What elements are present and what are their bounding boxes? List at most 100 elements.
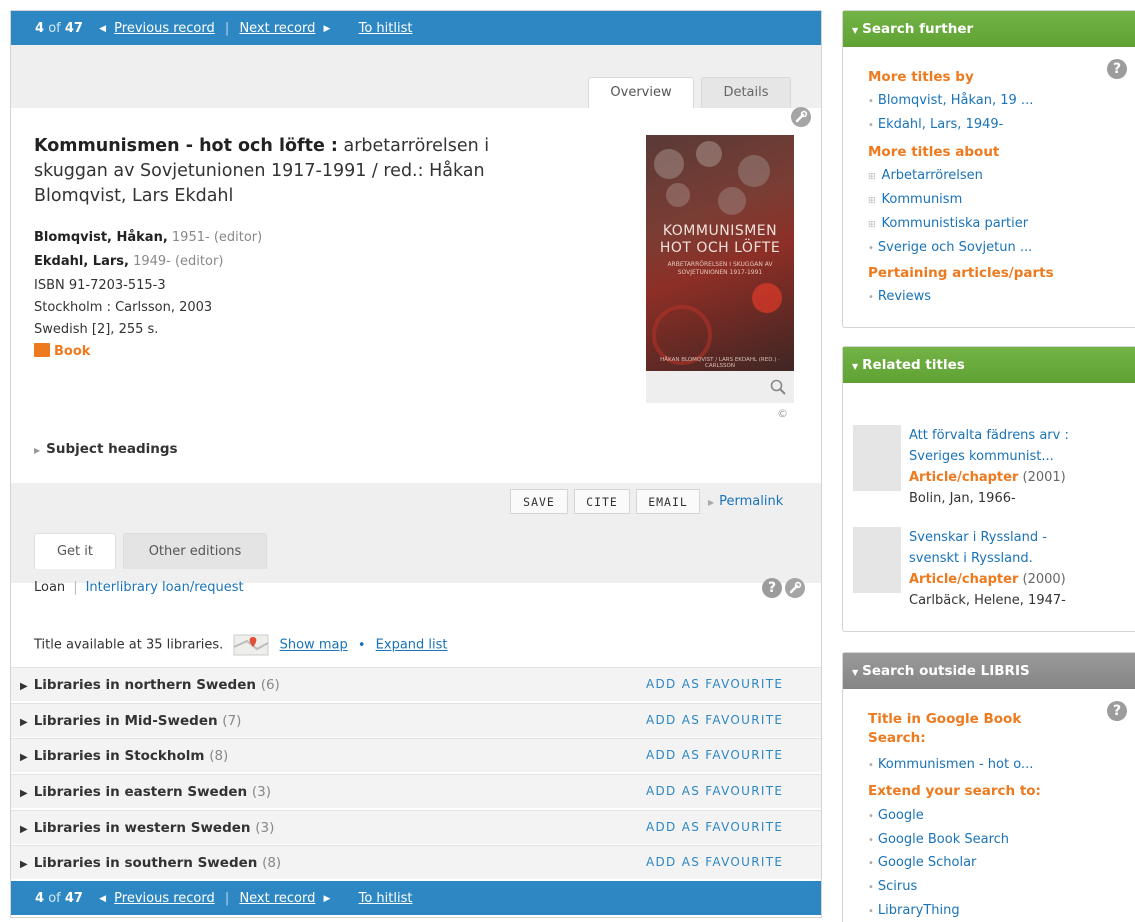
search-further-header[interactable]: ▼ Search further [843,11,1135,47]
triangle-right-icon: ▶ [20,824,28,835]
more-by-link[interactable]: • Ekdahl, Lars, 1949- [868,117,1003,132]
bullet: • [868,760,874,771]
bullet: • [868,292,874,303]
add-favourite-button[interactable]: ADD AS FAVOURITE [646,820,783,834]
cover-subtitle: ARBETARRÖRELSEN I SKUGGAN AV SOVJETUNION… [667,261,773,276]
cover-zoom-bar[interactable] [646,371,794,403]
cite-button[interactable]: CITE [574,489,630,514]
triangle-right-icon: ▶ [20,752,28,763]
library-group-row[interactable]: ▶ Libraries in Mid-Sweden (7) ADD AS FAVO… [11,703,821,737]
bullet: • [868,882,874,893]
wrench-icon[interactable] [791,107,811,127]
add-favourite-button[interactable]: ADD AS FAVOURITE [646,784,783,798]
record-navbar-top: 4 of 47 ◀ Previous record | Next record … [11,11,821,45]
library-group-row[interactable]: ▶ Libraries in Stockholm (8) ADD AS FAVOU… [11,738,821,772]
reviews-link[interactable]: • Reviews [868,289,931,304]
google-book-link[interactable]: • Kommunismen - hot o... [868,757,1033,772]
previous-record-link[interactable]: Previous record [114,21,215,36]
record-position: 4 of 47 [35,891,83,906]
extend-search-heading: Extend your search to: [868,783,1041,799]
help-icon[interactable]: ? [762,578,782,598]
show-map-link[interactable]: Show map [280,638,348,653]
add-favourite-button[interactable]: ADD AS FAVOURITE [646,677,783,691]
external-search-link[interactable]: • Google Book Search [868,832,1009,847]
triangle-left-icon: ◀ [99,23,107,34]
bullet: • [868,811,874,822]
loan-separator: | [73,580,78,595]
related-item[interactable]: Att förvalta fädrens arv : Sveriges komm… [909,425,1069,509]
triangle-right-icon: ▶ [20,859,28,870]
tab-other-editions[interactable]: Other editions [123,533,267,569]
availability-row: Title available at 35 libraries. Show ma… [34,633,448,657]
library-group-name[interactable]: ▶ Libraries in northern Sweden (6) [20,677,280,693]
library-group-name[interactable]: ▶ Libraries in western Sweden (3) [20,820,274,836]
library-group-row[interactable]: ▶ Libraries in northern Sweden (6) ADD AS… [11,667,821,701]
external-search-link[interactable]: • Scirus [868,879,917,894]
author-row-1[interactable]: Blomqvist, Håkan, 1951- (editor) [34,228,262,247]
tab-get-it[interactable]: Get it [34,533,116,569]
bullet: • [868,96,874,107]
add-favourite-button[interactable]: ADD AS FAVOURITE [646,855,783,869]
related-titles-panel: ▼ Related titles Att förvalta fädrens arv… [842,346,1135,632]
email-button[interactable]: EMAIL [636,489,700,514]
cover-title: KOMMUNISMEN HOT OCH LÖFTE [659,223,781,256]
help-icon[interactable]: ? [1107,701,1127,721]
bullet: • [868,835,874,846]
tab-details[interactable]: Details [701,77,791,108]
expand-plus-icon[interactable]: ⊞ [868,220,876,230]
related-titles-header[interactable]: ▼ Related titles [843,347,1135,383]
triangle-right-icon: ▶ [34,446,41,455]
library-group-row[interactable]: ▶ Libraries in western Sweden (3) ADD AS … [11,810,821,844]
related-thumbnail[interactable] [853,425,901,491]
external-search-link[interactable]: • Google Scholar [868,855,976,870]
nav-separator: | [224,891,230,906]
bullet: • [868,906,874,917]
add-favourite-button[interactable]: ADD AS FAVOURITE [646,748,783,762]
triangle-right-icon: ▶ [708,498,715,507]
to-hitlist-link[interactable]: To hitlist [359,891,413,906]
view-tabstrip: Overview Details [11,45,821,108]
record-navbar-bottom: 4 of 47 ◀ Previous record | Next record … [11,881,821,915]
library-group-row[interactable]: ▶ Libraries in southern Sweden (8) ADD AS… [11,845,821,879]
permalink-link[interactable]: ▶ Permalink [708,494,783,509]
external-search-link[interactable]: • LibraryThing [868,903,960,918]
related-item[interactable]: Svenskar i Ryssland - svenskt i Ryssland… [909,527,1066,611]
related-thumbnail[interactable] [853,527,901,593]
book-cover-image[interactable]: KOMMUNISMEN HOT OCH LÖFTE ARBETARRÖRELSEN… [646,135,794,371]
subject-link[interactable]: ⊞ Arbetarrörelsen [868,168,983,183]
library-group-name[interactable]: ▶ Libraries in southern Sweden (8) [20,855,281,871]
nav-separator: | [224,21,230,36]
add-favourite-button[interactable]: ADD AS FAVOURITE [646,713,783,727]
expand-plus-icon[interactable]: ⊞ [868,196,876,206]
search-outside-header[interactable]: ▼ Search outside LIBRIS [843,653,1135,689]
wrench-icon[interactable] [785,578,805,598]
pertaining-heading: Pertaining articles/parts [868,265,1054,281]
subject-link[interactable]: • Sverige och Sovjetun ... [868,240,1032,255]
library-group-row[interactable]: ▶ Libraries in eastern Sweden (3) ADD AS … [11,774,821,808]
next-record-link[interactable]: Next record [239,891,315,906]
expand-list-link[interactable]: Expand list [376,638,448,653]
more-by-link[interactable]: • Blomqvist, Håkan, 19 ... [868,93,1033,108]
record-title-main: Kommunismen - hot och löfte : [34,136,338,156]
subject-headings-toggle[interactable]: ▶ Subject headings [34,441,178,457]
interlibrary-loan-link[interactable]: Interlibrary loan/request [86,580,244,595]
search-outside-panel: ▼ Search outside LIBRIS ? Title in Google… [842,652,1135,922]
loan-label: Loan [34,580,66,595]
loan-row: Loan | Interlibrary loan/request [34,580,244,595]
magnifier-icon[interactable] [770,379,786,395]
library-group-name[interactable]: ▶ Libraries in Mid-Sweden (7) [20,713,241,729]
subject-link[interactable]: ⊞ Kommunistiska partier [868,216,1028,231]
next-record-link[interactable]: Next record [239,21,315,36]
map-icon[interactable] [233,633,269,657]
subject-link[interactable]: ⊞ Kommunism [868,192,962,207]
author-row-2[interactable]: Ekdahl, Lars, 1949- (editor) [34,252,223,271]
expand-plus-icon[interactable]: ⊞ [868,172,876,182]
external-search-link[interactable]: • Google [868,808,924,823]
help-icon[interactable]: ? [1107,59,1127,79]
previous-record-link[interactable]: Previous record [114,891,215,906]
to-hitlist-link[interactable]: To hitlist [359,21,413,36]
tab-overview[interactable]: Overview [588,77,694,108]
save-button[interactable]: SAVE [510,489,568,514]
library-group-name[interactable]: ▶ Libraries in eastern Sweden (3) [20,784,271,800]
library-group-name[interactable]: ▶ Libraries in Stockholm (8) [20,748,228,764]
